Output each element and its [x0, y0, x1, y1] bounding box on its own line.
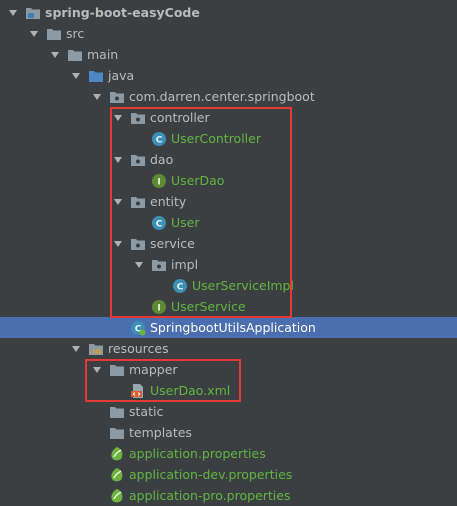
xml-file-icon	[130, 383, 146, 399]
file-label: UserDao.xml	[150, 383, 231, 398]
folder-label: mapper	[129, 362, 178, 377]
chevron-down-icon[interactable]	[112, 238, 124, 250]
svg-text:I: I	[157, 303, 160, 313]
spring-properties-icon	[109, 488, 125, 504]
source-root-folder-icon	[88, 68, 104, 84]
class-icon: C	[151, 215, 167, 231]
interface-label: UserService	[171, 299, 246, 314]
class-label: UserController	[171, 131, 261, 146]
tree-row-controller[interactable]: controller	[0, 107, 457, 128]
chevron-down-icon[interactable]	[133, 259, 145, 271]
tree-row-mapper[interactable]: mapper	[0, 359, 457, 380]
package-label: controller	[150, 110, 210, 125]
folder-label: java	[108, 68, 135, 83]
package-folder-icon	[130, 110, 146, 126]
tree-row-resources[interactable]: resources	[0, 338, 457, 359]
file-label: application-pro.properties	[129, 488, 291, 503]
class-icon: C	[172, 278, 188, 294]
folder-icon	[109, 404, 125, 420]
svg-text:I: I	[157, 177, 160, 187]
project-tree: spring-boot-easyCode src main java com.d…	[0, 0, 457, 506]
chevron-down-icon[interactable]	[112, 112, 124, 124]
interface-icon: I	[151, 299, 167, 315]
tree-row-user-dao[interactable]: I UserDao	[0, 170, 457, 191]
tree-row-user[interactable]: C User	[0, 212, 457, 233]
class-label: User	[171, 215, 200, 230]
chevron-down-icon[interactable]	[112, 154, 124, 166]
chevron-down-icon[interactable]	[70, 343, 82, 355]
tree-row-entity[interactable]: entity	[0, 191, 457, 212]
file-label: application.properties	[129, 446, 266, 461]
tree-row-service[interactable]: service	[0, 233, 457, 254]
folder-label: templates	[129, 425, 192, 440]
chevron-down-icon[interactable]	[70, 70, 82, 82]
spring-properties-icon	[109, 467, 125, 483]
tree-row-templates[interactable]: templates	[0, 422, 457, 443]
tree-row-application-class[interactable]: C SpringbootUtilsApplication	[0, 317, 457, 338]
folder-icon	[67, 47, 83, 63]
tree-row-user-controller[interactable]: C UserController	[0, 128, 457, 149]
tree-row-dao[interactable]: dao	[0, 149, 457, 170]
chevron-down-icon[interactable]	[91, 91, 103, 103]
tree-row-impl[interactable]: impl	[0, 254, 457, 275]
folder-label: resources	[108, 341, 169, 356]
class-icon: C	[151, 131, 167, 147]
tree-row-user-service-impl[interactable]: C UserServiceImpl	[0, 275, 457, 296]
package-label: dao	[150, 152, 174, 167]
chevron-down-icon[interactable]	[91, 364, 103, 376]
package-folder-icon	[130, 236, 146, 252]
tree-row-static[interactable]: static	[0, 401, 457, 422]
folder-icon	[109, 362, 125, 378]
folder-label: main	[87, 47, 119, 62]
chevron-down-icon[interactable]	[7, 7, 19, 19]
tree-row-user-service[interactable]: I UserService	[0, 296, 457, 317]
class-label: UserServiceImpl	[192, 278, 294, 293]
file-label: application-dev.properties	[129, 467, 293, 482]
folder-label: static	[129, 404, 164, 419]
package-label: com.darren.center.springboot	[129, 89, 315, 104]
tree-row-app-pro-properties[interactable]: application-pro.properties	[0, 485, 457, 506]
tree-row-java[interactable]: java	[0, 65, 457, 86]
module-folder-icon	[25, 5, 41, 21]
resources-folder-icon	[88, 341, 104, 357]
class-label: SpringbootUtilsApplication	[150, 320, 316, 335]
svg-text:C: C	[156, 219, 163, 229]
chevron-down-icon[interactable]	[112, 196, 124, 208]
spring-boot-class-icon: C	[130, 320, 146, 336]
spring-properties-icon	[109, 446, 125, 462]
tree-row-app-dev-properties[interactable]: application-dev.properties	[0, 464, 457, 485]
tree-row-user-dao-xml[interactable]: UserDao.xml	[0, 380, 457, 401]
package-label: impl	[171, 257, 199, 272]
folder-icon	[46, 26, 62, 42]
tree-row-main[interactable]: main	[0, 44, 457, 65]
package-label: service	[150, 236, 195, 251]
folder-icon	[109, 425, 125, 441]
svg-text:C: C	[156, 135, 163, 145]
tree-row-project[interactable]: spring-boot-easyCode	[0, 2, 457, 23]
package-folder-icon	[109, 89, 125, 105]
tree-row-package[interactable]: com.darren.center.springboot	[0, 86, 457, 107]
chevron-down-icon[interactable]	[28, 28, 40, 40]
tree-row-app-properties[interactable]: application.properties	[0, 443, 457, 464]
chevron-down-icon[interactable]	[49, 49, 61, 61]
project-name: spring-boot-easyCode	[45, 5, 200, 20]
package-folder-icon	[151, 257, 167, 273]
interface-label: UserDao	[171, 173, 225, 188]
tree-row-src[interactable]: src	[0, 23, 457, 44]
package-folder-icon	[130, 152, 146, 168]
package-label: entity	[150, 194, 187, 209]
folder-label: src	[66, 26, 85, 41]
interface-icon: I	[151, 173, 167, 189]
svg-text:C: C	[177, 282, 184, 292]
package-folder-icon	[130, 194, 146, 210]
